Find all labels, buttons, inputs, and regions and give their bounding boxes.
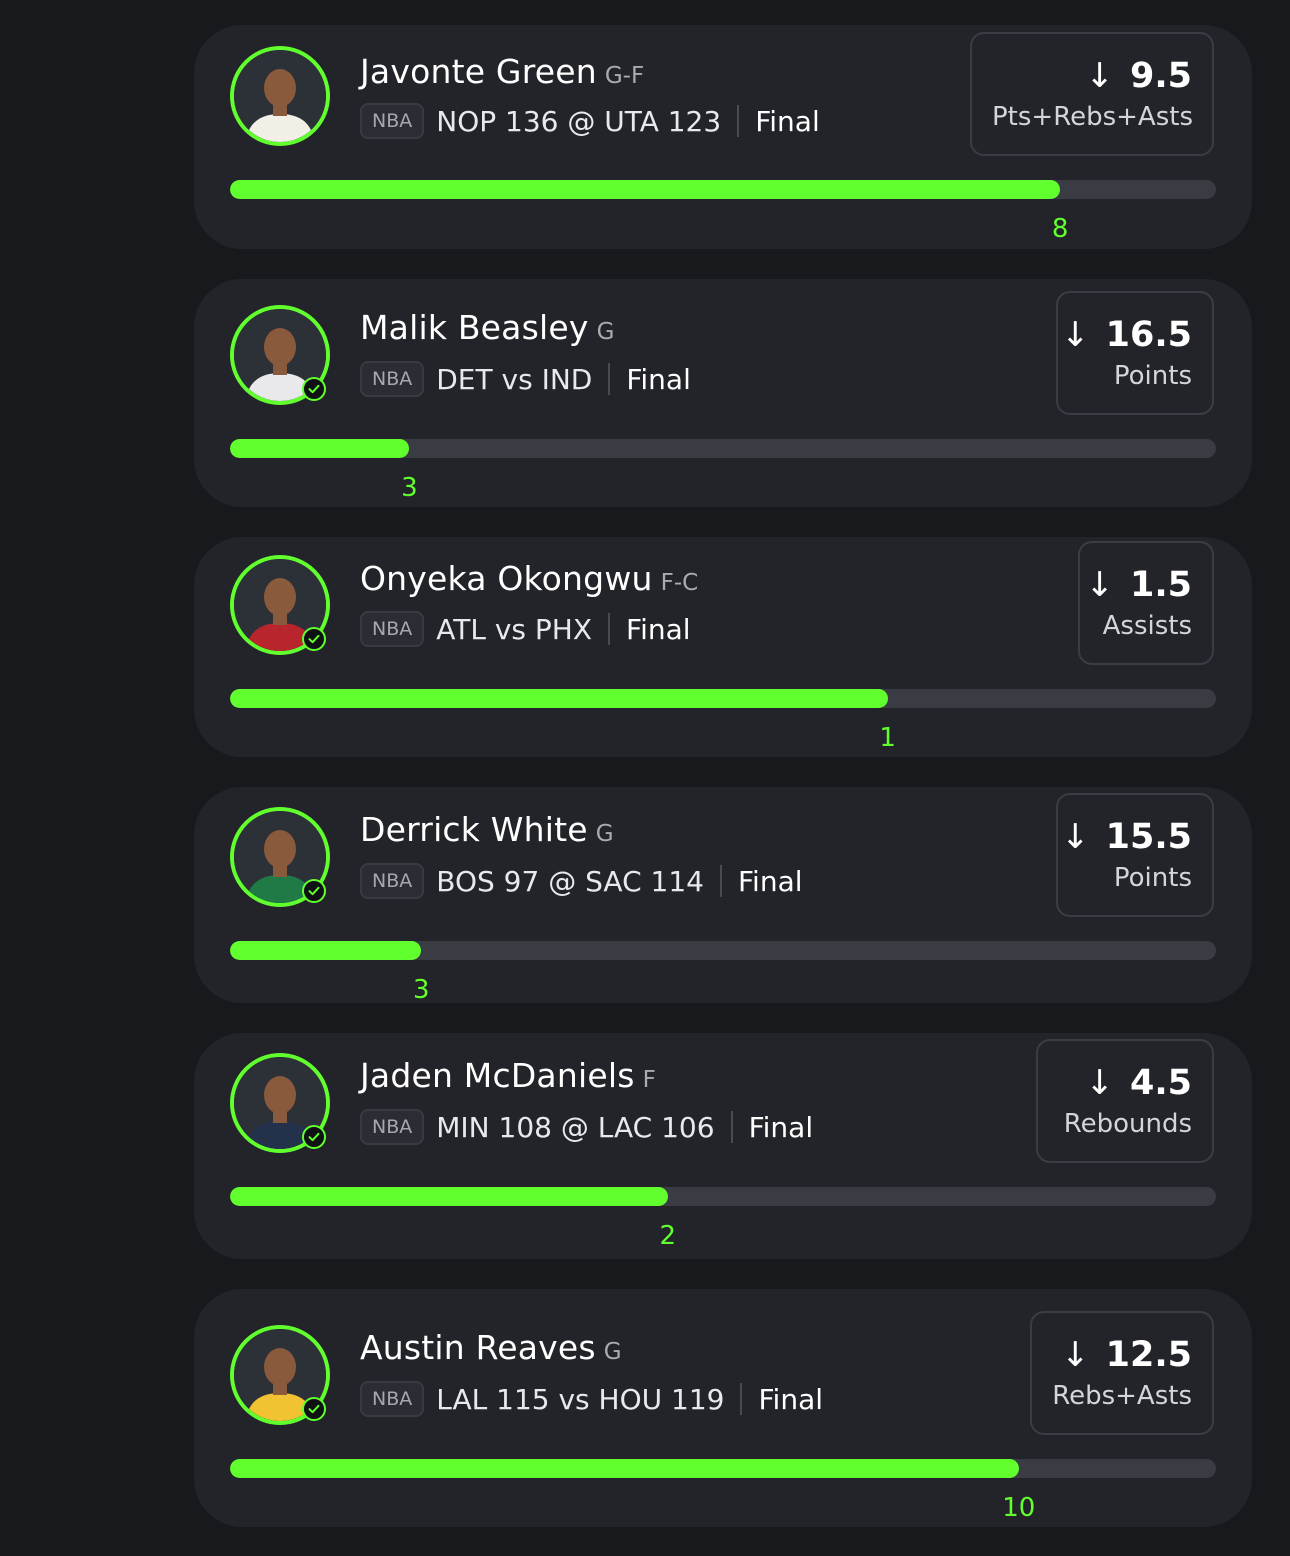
player-position: G [603,1339,622,1365]
pick-card[interactable]: Malik Beasley G NBA DET vs IND Final ↓ 16… [194,279,1252,507]
projection-box: ↓ 4.5 Rebounds [1036,1039,1214,1163]
projection-box: ↓ 12.5 Rebs+Asts [1030,1311,1214,1435]
player-name: Onyeka Okongwu [360,559,653,598]
league-badge: NBA [360,361,425,397]
player-name: Jaden McDaniels [360,1056,635,1095]
arrow-down-icon: ↓ [1061,817,1090,857]
verified-check-icon [302,1397,326,1421]
game-matchup: ATL vs PHX [436,612,593,646]
projection-box: ↓ 15.5 Points [1056,793,1214,917]
divider [719,865,722,897]
pick-card[interactable]: Javonte Green G-F NBA NOP 136 @ UTA 123 F… [194,25,1252,249]
game-status: Final [758,1382,824,1416]
divider [740,1383,743,1415]
projection-stat: Pts+Rebs+Asts [992,102,1194,132]
actual-value: 3 [401,473,418,503]
projection-line: 9.5 [1129,56,1192,96]
game-matchup: LAL 115 vs HOU 119 [436,1382,725,1416]
player-name: Derrick White [360,810,588,849]
game-matchup: NOP 136 @ UTA 123 [436,104,722,138]
league-badge: NBA [360,611,425,647]
actual-value: 8 [1051,214,1069,244]
pick-card[interactable]: Derrick White G NBA BOS 97 @ SAC 114 Fina… [194,787,1252,1003]
projection-box: ↓ 16.5 Points [1056,291,1214,415]
player-name: Austin Reaves [360,1328,596,1367]
verified-check-icon [302,627,326,651]
league-badge: NBA [360,1381,425,1417]
player-name: Malik Beasley [360,308,589,347]
projection-box: ↓ 9.5 Pts+Rebs+Asts [970,32,1214,156]
game-status: Final [755,104,820,138]
game-matchup: MIN 108 @ LAC 106 [436,1110,715,1144]
game-matchup: BOS 97 @ SAC 114 [436,864,704,898]
projection-line: 15.5 [1105,817,1192,857]
game-status: Final [748,1110,814,1144]
progress-track [230,1187,1216,1206]
actual-value: 3 [413,975,430,1005]
player-photo [234,50,326,142]
progress-fill [230,941,422,960]
progress-track [230,689,1216,708]
actual-value: 2 [659,1221,677,1251]
player-position: G-F [604,63,645,89]
league-badge: NBA [360,863,425,899]
game-status: Final [737,864,803,898]
projection-line: 16.5 [1105,315,1192,355]
progress-track [230,1459,1216,1478]
progress-track [230,439,1216,458]
actual-value: 1 [879,723,896,753]
progress-fill [230,689,888,708]
player-position: F-C [660,570,699,596]
projection-stat: Points [1113,863,1192,893]
arrow-down-icon: ↓ [1085,56,1114,96]
divider [608,613,611,645]
player-position: F [642,1067,656,1093]
projection-line: 12.5 [1105,1335,1192,1375]
verified-check-icon [302,377,326,401]
progress-fill [230,180,1061,199]
game-matchup: DET vs IND [436,362,593,396]
projection-line: 1.5 [1129,565,1192,605]
player-position: G [595,821,614,847]
pick-card[interactable]: Onyeka Okongwu F-C NBA ATL vs PHX Final ↓… [194,537,1252,757]
projection-stat: Rebounds [1063,1109,1192,1139]
progress-fill [230,1187,668,1206]
pick-card[interactable]: Austin Reaves G NBA LAL 115 vs HOU 119 Fi… [194,1289,1252,1527]
verified-check-icon [302,879,326,903]
player-avatar [230,46,330,146]
projection-stat: Assists [1102,611,1192,641]
pick-card[interactable]: Jaden McDaniels F NBA MIN 108 @ LAC 106 F… [194,1033,1252,1259]
arrow-down-icon: ↓ [1061,1335,1090,1375]
divider [730,1111,733,1143]
verified-check-icon [302,1125,326,1149]
projection-stat: Rebs+Asts [1052,1381,1192,1411]
player-position: G [596,319,615,345]
progress-fill [230,439,410,458]
actual-value: 10 [1002,1493,1036,1523]
league-badge: NBA [360,103,425,139]
projection-line: 4.5 [1129,1063,1192,1103]
projection-box: ↓ 1.5 Assists [1078,541,1214,665]
progress-fill [230,1459,1019,1478]
picks-list: Javonte Green G-F NBA NOP 136 @ UTA 123 F… [0,0,1290,1556]
game-status: Final [626,612,691,646]
progress-track [230,941,1216,960]
progress-track [230,180,1216,199]
arrow-down-icon: ↓ [1085,1063,1114,1103]
divider [608,363,611,395]
arrow-down-icon: ↓ [1085,565,1114,605]
arrow-down-icon: ↓ [1061,315,1090,355]
player-name: Javonte Green [360,52,597,91]
game-status: Final [626,362,691,396]
league-badge: NBA [360,1109,425,1145]
projection-stat: Points [1113,361,1192,391]
divider [737,105,740,137]
